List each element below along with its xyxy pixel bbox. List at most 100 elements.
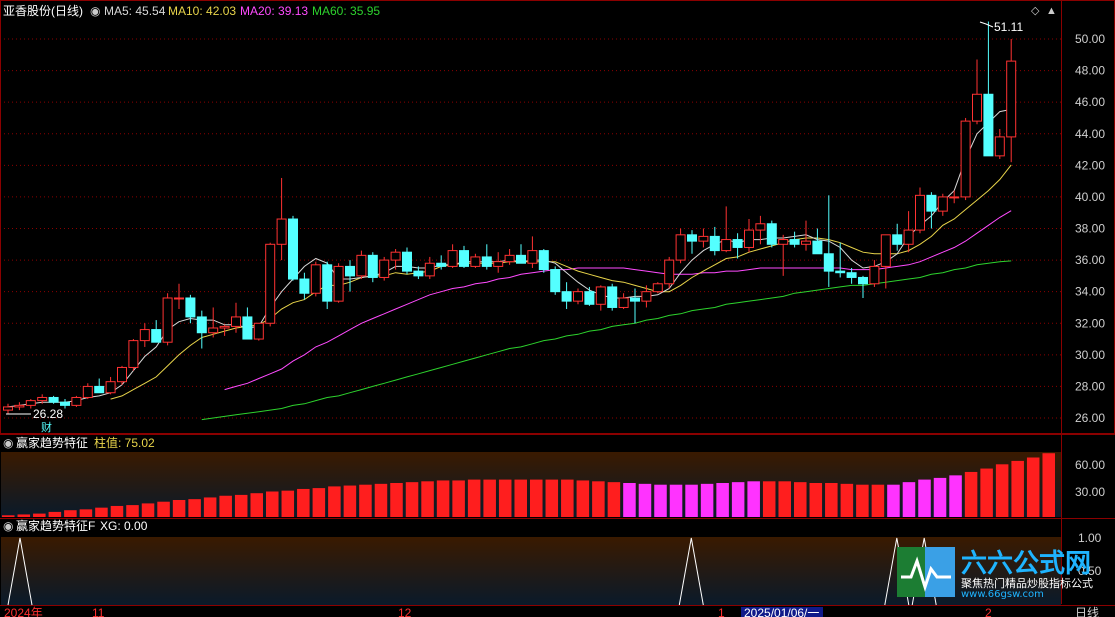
candle-body[interactable] xyxy=(379,259,390,278)
candle-body[interactable] xyxy=(139,329,150,342)
panel2-axis-60: 60.00 xyxy=(1075,458,1105,472)
candle-body[interactable] xyxy=(789,239,800,245)
candle-body[interactable] xyxy=(766,223,777,245)
candle-body[interactable] xyxy=(652,283,663,293)
candle-body[interactable] xyxy=(516,254,526,264)
candle-body[interactable] xyxy=(299,278,310,294)
candle-body[interactable] xyxy=(504,254,515,263)
candle-body[interactable] xyxy=(128,340,139,368)
candle-body[interactable] xyxy=(732,239,743,248)
candle-body[interactable] xyxy=(527,250,538,264)
diamond-icon[interactable]: ◇ xyxy=(1031,5,1040,17)
candle-body[interactable] xyxy=(721,239,732,252)
candle-body[interactable] xyxy=(413,270,424,277)
candle-body[interactable] xyxy=(424,262,435,277)
candle-body[interactable] xyxy=(48,396,59,403)
candle-body[interactable] xyxy=(858,276,868,285)
candle-body[interactable] xyxy=(459,250,469,267)
trend-bar xyxy=(794,482,807,517)
candle-body[interactable] xyxy=(618,297,629,308)
candle-body[interactable] xyxy=(333,265,344,302)
candle-body[interactable] xyxy=(231,316,241,327)
candle-body[interactable] xyxy=(698,235,709,242)
candle-body[interactable] xyxy=(60,401,70,406)
candle-body[interactable] xyxy=(481,256,492,267)
candle-body[interactable] xyxy=(584,291,595,305)
candle-body[interactable] xyxy=(641,291,652,302)
candle-body[interactable] xyxy=(265,243,276,324)
candle-body[interactable] xyxy=(630,297,640,302)
candle-body[interactable] xyxy=(3,406,13,411)
candle-body[interactable] xyxy=(219,325,230,329)
candle-body[interactable] xyxy=(310,264,321,294)
candle-body[interactable] xyxy=(880,234,891,267)
panel2-collapse-icon[interactable]: ◉ xyxy=(3,436,13,450)
candle-body[interactable] xyxy=(174,297,184,300)
candle-body[interactable] xyxy=(664,259,675,285)
panel3-collapse-icon[interactable]: ◉ xyxy=(3,519,13,533)
kline-chart[interactable]: 50.00 48.00 46.00 44.00 42.00 40.00 38.00 36.00… xyxy=(0,0,1115,617)
candle-body[interactable] xyxy=(322,264,333,302)
candle-body[interactable] xyxy=(595,286,606,305)
collapse-icon[interactable]: ◉ xyxy=(90,4,100,18)
candle-body[interactable] xyxy=(82,385,93,398)
candle-body[interactable] xyxy=(14,404,25,408)
candle-body[interactable] xyxy=(242,316,253,340)
candle-body[interactable] xyxy=(709,235,720,252)
candle-body[interactable] xyxy=(949,196,960,199)
candle-body[interactable] xyxy=(607,286,618,308)
candle-body[interactable] xyxy=(538,250,549,271)
candle-body[interactable] xyxy=(573,291,583,302)
candle-body[interactable] xyxy=(288,218,298,280)
candle-body[interactable] xyxy=(687,234,697,242)
candle-body[interactable] xyxy=(835,270,846,274)
candle-body[interactable] xyxy=(561,291,572,302)
candle-body[interactable] xyxy=(972,93,982,122)
candle-body[interactable] xyxy=(1006,60,1017,138)
candle-body[interactable] xyxy=(812,240,823,255)
candle-body[interactable] xyxy=(937,196,948,212)
candle-body[interactable] xyxy=(356,254,367,277)
triangle-icon[interactable]: ▲ xyxy=(1046,5,1057,17)
candle-body[interactable] xyxy=(915,194,925,231)
candle-body[interactable] xyxy=(903,229,914,245)
candle-body[interactable] xyxy=(390,251,401,261)
candle-body[interactable] xyxy=(185,297,196,318)
candle-body[interactable] xyxy=(869,265,880,285)
candle-body[interactable] xyxy=(25,400,36,406)
candle-body[interactable] xyxy=(744,229,754,248)
candle-body[interactable] xyxy=(447,250,458,267)
candle-body[interactable] xyxy=(778,239,789,245)
candle-body[interactable] xyxy=(892,234,903,245)
candle-body[interactable] xyxy=(276,218,287,245)
candle-body[interactable] xyxy=(550,269,561,293)
candle-body[interactable] xyxy=(196,316,207,334)
finance-marker[interactable]: 财 xyxy=(41,420,52,434)
period-label[interactable]: 日线 xyxy=(1075,606,1099,617)
candle-body[interactable] xyxy=(436,262,447,267)
candle-body[interactable] xyxy=(755,223,766,231)
candle-body[interactable] xyxy=(367,254,378,278)
candle-body[interactable] xyxy=(71,396,82,406)
candle-body[interactable] xyxy=(253,322,264,340)
candle-body[interactable] xyxy=(823,253,834,272)
price-grid xyxy=(0,38,1061,419)
candle-body[interactable] xyxy=(208,327,219,334)
candle-body[interactable] xyxy=(402,251,412,272)
candle-body[interactable] xyxy=(151,329,162,343)
candle-body[interactable] xyxy=(37,396,48,402)
candle-body[interactable] xyxy=(675,234,686,261)
candle-body[interactable] xyxy=(345,265,355,277)
candle-body[interactable] xyxy=(983,93,994,157)
candle-body[interactable] xyxy=(162,297,173,343)
candle-body[interactable] xyxy=(470,256,481,267)
candle-body[interactable] xyxy=(493,261,504,267)
candle-body[interactable] xyxy=(105,381,116,394)
candle-body[interactable] xyxy=(926,194,937,212)
candle-body[interactable] xyxy=(846,272,857,278)
candle-body[interactable] xyxy=(94,385,105,394)
candle-body[interactable] xyxy=(801,240,811,245)
candle-body[interactable] xyxy=(960,120,971,198)
candle-body[interactable] xyxy=(117,366,127,383)
candle-body[interactable] xyxy=(994,136,1005,157)
